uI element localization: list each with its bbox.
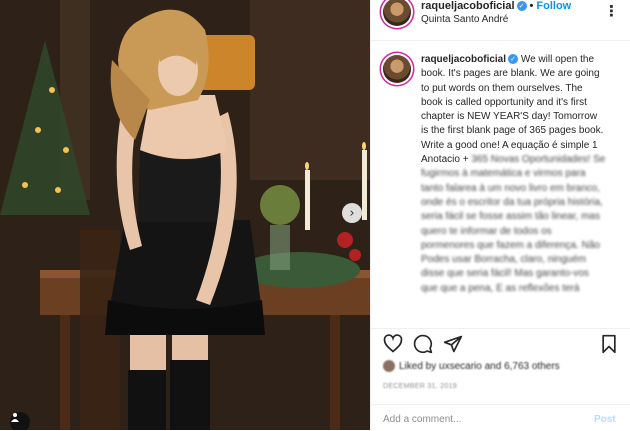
location-link[interactable]: Quinta Santo André [421, 14, 508, 25]
caption-text-blurred: 365 Novas Oportunidades! Se fugirmos à m… [421, 154, 605, 294]
caption-line: fugirmos à matemática e virmos para [421, 168, 586, 180]
post-date: DECEMBER 31, 2019 [383, 383, 457, 390]
caption-text: We will open the book. It's pages are bl… [421, 54, 604, 151]
verified-badge-icon: ✓ [516, 1, 527, 11]
caption-line: tanto falarea à um novo livro [421, 182, 548, 194]
comment-icon[interactable] [413, 334, 433, 354]
user-tag-icon [11, 413, 19, 422]
avatar[interactable] [383, 0, 411, 26]
caption-area[interactable]: raqueljacoboficial ✓ We will open the boo… [371, 41, 630, 329]
post-image-illustration [0, 0, 370, 430]
likes-summary[interactable]: Liked by uxsecario and 6,763 others [383, 360, 560, 372]
username-link[interactable]: raqueljacoboficial [421, 0, 515, 12]
caption-line: 365 Novas Oportunidades! Se [471, 154, 606, 166]
caption-avatar[interactable] [383, 55, 411, 83]
share-icon[interactable] [443, 334, 463, 354]
next-photo-button[interactable]: › [342, 203, 362, 223]
caption-username[interactable]: raqueljacoboficial [421, 54, 506, 65]
bookmark-icon[interactable] [599, 334, 619, 354]
caption-line: que a pena, E as reflexões terá [440, 282, 580, 294]
follow-button[interactable]: Follow [536, 0, 571, 12]
post-actions [371, 330, 630, 358]
separator-dot: • [529, 0, 534, 12]
post-header: raqueljacoboficial ✓ • Follow Quinta Santo … [371, 0, 630, 41]
verified-badge-icon: ✓ [508, 54, 519, 64]
post-caption: raqueljacoboficial ✓ We will open the boo… [421, 53, 607, 296]
liker-avatar [383, 360, 395, 372]
tagged-users-button[interactable] [10, 412, 30, 430]
post-side-panel: raqueljacoboficial ✓ • Follow Quinta Santo … [370, 0, 630, 430]
post-author-line: raqueljacoboficial ✓ • Follow [421, 0, 571, 12]
chevron-right-icon: › [349, 205, 355, 221]
likes-text: Liked by uxsecario and 6,763 others [399, 361, 560, 372]
more-options-icon[interactable]: ⋮ [604, 2, 619, 20]
post-photo[interactable]: › [0, 0, 370, 430]
post-comment-button[interactable]: Post [594, 414, 616, 425]
comment-input[interactable] [383, 414, 573, 425]
comment-bar: Post [371, 404, 630, 431]
heart-icon[interactable] [383, 334, 403, 354]
